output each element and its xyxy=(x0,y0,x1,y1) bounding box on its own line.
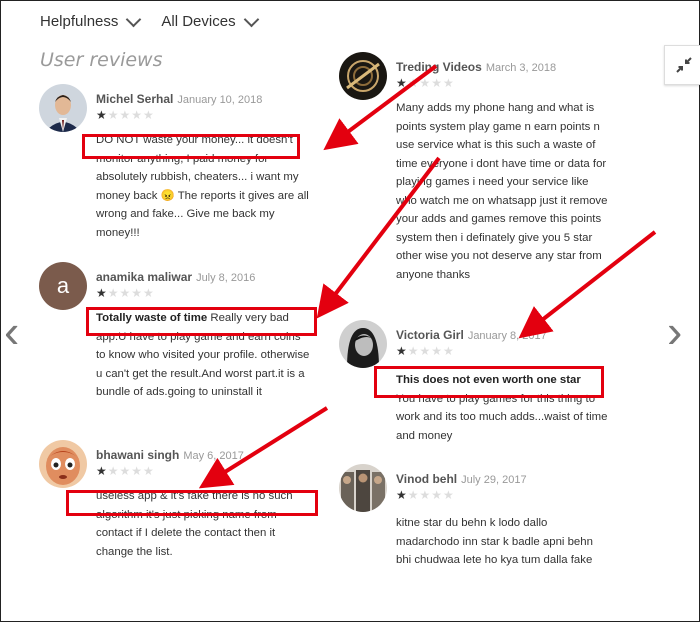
annotation-arrow xyxy=(316,156,441,319)
annotation-arrow xyxy=(518,230,657,339)
annotation-arrow xyxy=(323,64,438,151)
annotation-arrow xyxy=(198,406,329,489)
annotation-arrows xyxy=(198,64,657,489)
